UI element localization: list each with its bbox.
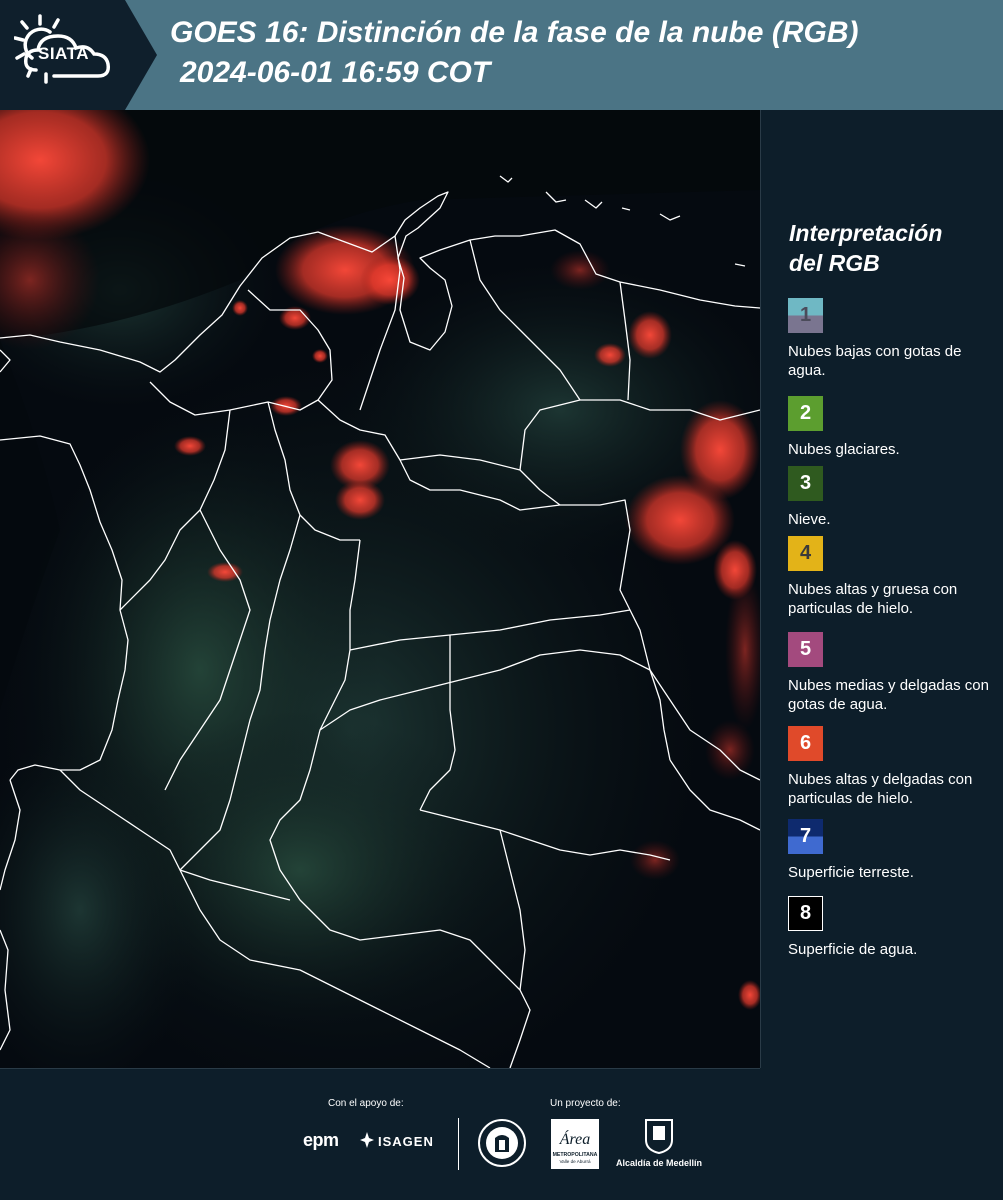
legend-swatch: 2 [788,396,823,431]
legend-swatch: 3 [788,466,823,501]
legend-item-label: Superficie terreste. [788,864,914,881]
area-logo-line1: Área [559,1129,591,1148]
isagen-logo-icon [360,1132,374,1148]
legend-item: 8 Superficie de agua. [788,896,998,959]
legend-swatch: 7 [788,819,823,854]
legend-title-line1: Interpretación [789,220,943,246]
legend-item: 5 Nubes medias y delgadas con gotas de a… [788,632,998,714]
legend-item: 7 Superficie terreste. [788,819,998,882]
epm-logo: epm [303,1130,339,1150]
support-label: Con el apoyo de: [328,1098,404,1109]
area-logo-line3: Valle de Aburrá [559,1159,591,1164]
footer: Con el apoyo de: Un proyecto de: epm ISA… [0,1068,1003,1200]
legend-panel: Interpretación del RGB 1 Nubes bajas con… [768,110,1003,1068]
legend-item: 1 Nubes bajas con gotas de agua. [788,298,998,380]
footer-separator [458,1118,459,1170]
medellin-shield-icon [645,1119,673,1154]
legend-item: 3 Nieve. [788,466,998,529]
area-metropolitana-logo: Área METROPOLITANA Valle de Aburrá [551,1119,599,1169]
legend-swatch: 4 [788,536,823,571]
legend-item-label: Nubes altas y delgadas con particulas de… [788,771,973,807]
legend-item-label: Nubes glaciares. [788,441,900,458]
project-label: Un proyecto de: [550,1098,621,1109]
legend-swatch: 5 [788,632,823,667]
siata-logo-text: SIATA [38,44,89,63]
satellite-map [0,110,761,1068]
legend-item: 2 Nubes glaciares. [788,396,998,459]
header: SIATA GOES 16: Distinción de la fase de … [0,0,1003,110]
legend-swatch: 1 [788,298,823,333]
header-chevron [125,0,157,110]
legend-title-line2: del RGB [789,250,880,276]
university-seal-icon [478,1119,526,1167]
legend-item-label: Nieve. [788,511,831,528]
legend-item-label: Nubes medias y delgadas con gotas de agu… [788,677,989,713]
legend-item-label: Nubes bajas con gotas de agua. [788,343,962,379]
area-logo-line2: METROPOLITANA [553,1152,598,1158]
legend-item-label: Superficie de agua. [788,941,918,958]
page-subtitle-timestamp: 2024-06-01 16:59 COT [180,56,491,89]
legend-item-label: Nubes altas y gruesa con particulas de h… [788,581,958,617]
legend-item: 4 Nubes altas y gruesa con particulas de… [788,536,998,618]
legend-title: Interpretación del RGB [789,218,989,278]
footer-divider [0,1068,760,1069]
isagen-logo: ISAGEN [378,1134,434,1149]
page-title: GOES 16: Distinción de la fase de la nub… [170,16,859,49]
legend-swatch: 6 [788,726,823,761]
alcaldia-logo: Alcaldía de Medellín [614,1118,704,1173]
legend-swatch: 8 [788,896,823,931]
satellite-map-image [0,110,760,1068]
legend-item: 6 Nubes altas y delgadas con particulas … [788,726,998,808]
alcaldia-label: Alcaldía de Medellín [615,1158,703,1168]
